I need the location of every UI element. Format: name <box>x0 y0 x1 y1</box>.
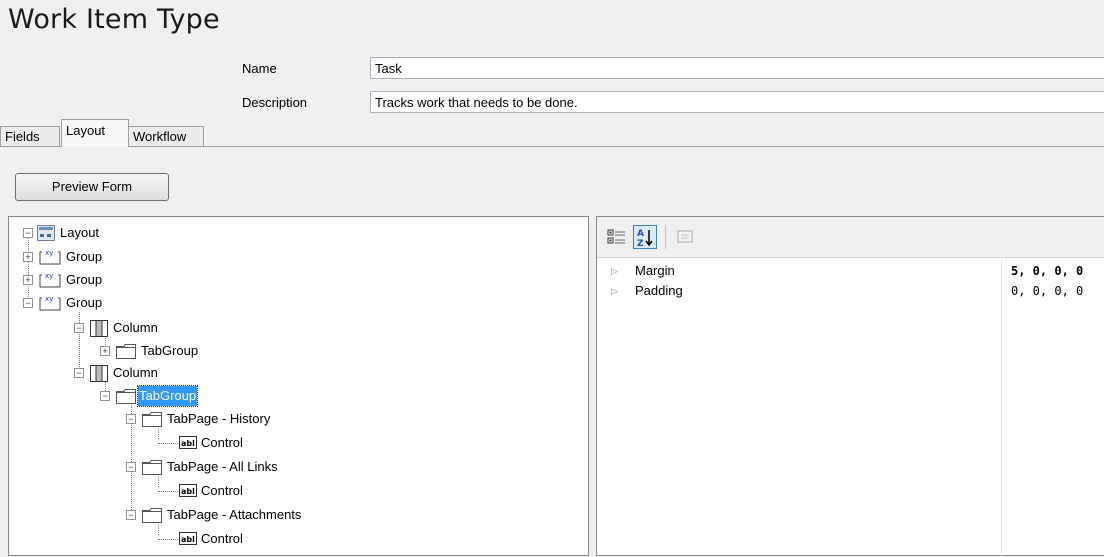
collapse-icon[interactable]: − <box>74 323 84 333</box>
toolbar-separator <box>665 225 666 249</box>
svg-text:abl: abl <box>181 535 195 544</box>
group-icon: xy <box>39 295 61 311</box>
tree-connector <box>28 235 29 307</box>
property-name: Margin <box>635 263 675 278</box>
property-name: Padding <box>635 283 683 298</box>
tree-node-label: TabGroup <box>141 343 199 358</box>
categorized-icon <box>607 229 625 244</box>
tree-node-label: Group <box>66 249 103 264</box>
tab-divider <box>0 146 1104 147</box>
group-icon: xy <box>39 249 61 265</box>
collapse-icon[interactable]: − <box>23 298 33 308</box>
tree-node-label-selected: TabGroup <box>136 385 199 407</box>
expand-icon[interactable]: + <box>100 346 110 356</box>
collapse-icon[interactable]: − <box>74 368 84 378</box>
property-value[interactable]: 0, 0, 0, 0 <box>1011 281 1083 301</box>
layout-icon <box>37 225 55 241</box>
svg-text:A: A <box>637 229 644 239</box>
svg-text:Z: Z <box>637 239 644 248</box>
svg-text:xy: xy <box>45 249 53 257</box>
categorized-button[interactable] <box>605 225 629 249</box>
collapse-icon[interactable]: − <box>100 391 110 401</box>
tree-node-label: Layout <box>60 225 100 240</box>
tree-node-label: Control <box>201 531 243 546</box>
property-pages-icon <box>677 230 693 243</box>
tabgroup-icon <box>116 389 136 404</box>
alphabetical-icon: A Z <box>637 229 653 249</box>
svg-text:abl: abl <box>181 439 195 448</box>
expand-icon[interactable]: + <box>23 252 33 262</box>
property-column-divider <box>1001 257 1002 557</box>
tree-connector <box>158 443 178 444</box>
name-label: Name <box>242 61 277 76</box>
name-field[interactable]: Task <box>370 57 1104 79</box>
tabpage-icon <box>142 508 162 523</box>
property-row-margin[interactable]: ▷ Margin 5, 0, 0, 0 <box>597 261 1104 281</box>
property-value[interactable]: 5, 0, 0, 0 <box>1011 261 1083 281</box>
column-icon <box>90 320 108 337</box>
expand-icon[interactable]: + <box>23 275 33 285</box>
description-field[interactable]: Tracks work that needs to be done. <box>370 91 1104 113</box>
property-row-padding[interactable]: ▷ Padding 0, 0, 0, 0 <box>597 281 1104 301</box>
tree-node-label: Group <box>66 295 103 310</box>
page-title: Work Item Type <box>8 4 220 35</box>
alphabetical-button[interactable]: A Z <box>633 225 657 249</box>
expand-arrow-icon[interactable]: ▷ <box>611 261 618 281</box>
tree-node-label: TabPage - Attachments <box>167 507 302 522</box>
expand-arrow-icon[interactable]: ▷ <box>611 281 618 301</box>
tree-node-label: Group <box>66 272 103 287</box>
svg-text:xy: xy <box>45 295 53 303</box>
tabpage-icon <box>142 412 162 427</box>
tree-node-label: Control <box>201 435 243 450</box>
tree-node-label: Column <box>113 320 158 335</box>
layout-tree[interactable]: − Layout + xy Group + xy Group − xy Grou… <box>8 216 589 556</box>
group-icon: xy <box>39 272 61 288</box>
tree-connector <box>158 539 178 540</box>
collapse-icon[interactable]: − <box>23 228 33 238</box>
collapse-icon[interactable]: − <box>126 462 136 472</box>
tabpage-icon <box>142 460 162 475</box>
tree-node-label: TabPage - All Links <box>167 459 278 474</box>
property-grid[interactable]: A Z ▷ Margin 5, 0, 0, 0 ▷ Padding 0, 0, … <box>596 216 1104 557</box>
property-pages-button[interactable] <box>673 225 697 249</box>
property-toolbar: A Z <box>597 217 1104 258</box>
svg-text:xy: xy <box>45 272 53 280</box>
description-label: Description <box>242 95 308 110</box>
tab-fields[interactable]: Fields <box>0 126 60 147</box>
tabgroup-icon <box>116 344 136 359</box>
preview-form-button[interactable]: Preview Form <box>15 173 169 201</box>
control-icon: abl <box>179 532 197 545</box>
svg-text:abl: abl <box>181 487 195 496</box>
collapse-icon[interactable]: − <box>126 414 136 424</box>
control-icon: abl <box>179 484 197 497</box>
tab-strip: Fields Layout Workflow <box>0 116 1104 147</box>
collapse-icon[interactable]: − <box>126 510 136 520</box>
tree-node-label: Control <box>201 483 243 498</box>
control-icon: abl <box>179 436 197 449</box>
tab-workflow[interactable]: Workflow <box>128 126 204 147</box>
tree-node-label: TabPage - History <box>167 411 271 426</box>
tab-layout[interactable]: Layout <box>61 119 129 147</box>
tree-node-label: Column <box>113 365 158 380</box>
tree-connector <box>158 491 178 492</box>
column-icon <box>90 365 108 382</box>
